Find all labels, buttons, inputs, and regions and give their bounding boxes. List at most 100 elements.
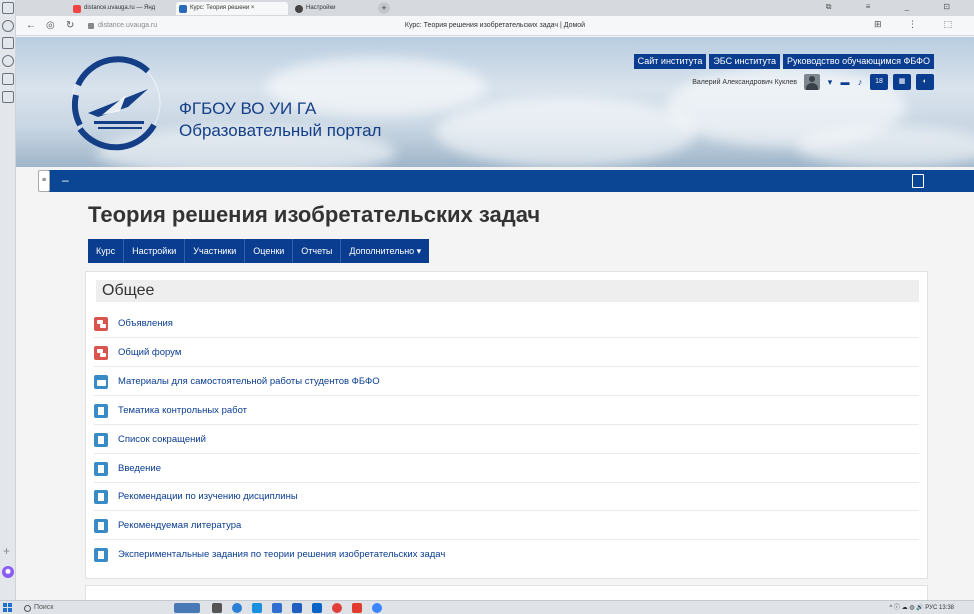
section-general: Общее Объявления Общий форум Материалы д… [85, 271, 928, 579]
activity-item[interactable]: Рекомендации по изучению дисциплины [94, 483, 919, 511]
ebs-link[interactable]: ЭБС института [709, 54, 780, 69]
yandex-favicon-icon [73, 5, 81, 13]
activity-link[interactable]: Введение [118, 462, 161, 476]
page-icon [94, 548, 108, 562]
window-controls[interactable]: ⧉ ≡ _ ⊡ [826, 2, 966, 12]
tab-yandex[interactable]: distance.uvauga.ru — Янд [70, 2, 174, 15]
chrome-icon[interactable] [372, 603, 382, 613]
files-icon[interactable] [292, 603, 302, 613]
page-icon [94, 433, 108, 447]
institute-site-link[interactable]: Сайт института [633, 54, 707, 69]
activity-item[interactable]: Объявления [94, 310, 919, 338]
tray-icons: ^ ⓘ ☁ ◍ 🔊 [889, 605, 926, 611]
students-guide-link[interactable]: Руководство обучающимся ФБФО [783, 54, 934, 69]
language-indicator[interactable]: РУС [925, 605, 937, 611]
search-placeholder: Поиск [34, 604, 54, 611]
app-icon[interactable] [352, 603, 362, 613]
chat-icon[interactable]: ▬ [840, 77, 850, 87]
tab-label: distance.uvauga.ru — Янд [84, 5, 156, 11]
course-tabs: Курс Настройки Участники Оценки Отчеты Д… [88, 239, 430, 263]
bell-icon[interactable]: ♪ [855, 77, 865, 87]
yandex-browser-icon[interactable] [332, 603, 342, 613]
tab-course[interactable]: Курс: Теория решени × [176, 2, 288, 15]
history-icon[interactable] [2, 20, 14, 32]
tab-participants[interactable]: Участники [185, 239, 246, 263]
add-panel-icon[interactable]: + [3, 545, 10, 557]
activity-item[interactable]: Тематика контрольных работ [94, 397, 919, 425]
mail-icon[interactable] [312, 603, 322, 613]
section-title: Общее [102, 282, 155, 299]
taskbar: Поиск ^ ⓘ ☁ ◍ 🔊 РУС 13:38 [0, 600, 974, 614]
profile-icon[interactable] [2, 2, 14, 14]
folder-icon [94, 375, 108, 389]
page-title: Теория решения изобретательских задач [88, 202, 541, 227]
activity-link[interactable]: Экспериментальные задания по теории реше… [118, 548, 445, 562]
blocks-icon[interactable] [912, 174, 924, 188]
activity-link[interactable]: Тематика контрольных работ [118, 404, 247, 418]
activity-item[interactable]: Список сокращений [94, 426, 919, 454]
forum-icon [94, 346, 108, 360]
activity-link[interactable]: Рекомендации по изучению дисциплины [118, 490, 298, 504]
widget-icon[interactable] [174, 603, 200, 613]
page-icon [94, 490, 108, 504]
address-bar: ← ◎ ↻ distance.uvauga.ru Курс: Теория ре… [16, 16, 974, 36]
badge-icon[interactable]: 18 [870, 74, 888, 90]
tab-reports[interactable]: Отчеты [293, 239, 342, 263]
activity-link[interactable]: Объявления [118, 317, 173, 331]
edge-icon[interactable] [252, 603, 262, 613]
portal-name[interactable]: Образовательный портал [179, 121, 381, 141]
section-header: Общее [96, 280, 919, 302]
avatar[interactable] [804, 74, 820, 90]
new-tab-button[interactable]: + [378, 2, 390, 14]
user-menu: Валерий Александрович Куклев ▾ ▬ ♪ 18 ▦ … [692, 72, 934, 92]
page-heading-title: Курс: Теория решения изобретательских за… [404, 22, 586, 29]
address-bar-actions[interactable]: ⊞ ⋮ ⬚ [874, 19, 964, 30]
institute-logo[interactable] [68, 55, 164, 151]
store-icon[interactable] [272, 603, 282, 613]
top-links: Сайт института ЭБС института Руководство… [633, 54, 934, 69]
image-icon[interactable] [2, 91, 14, 103]
clock[interactable]: 13:38 [939, 605, 954, 611]
tab-label: Курс: Теория решени × [190, 5, 255, 11]
forum-icon [94, 317, 108, 331]
tab-course[interactable]: Курс [88, 239, 125, 263]
nav-strip [40, 170, 974, 192]
tab-bar: distance.uvauga.ru — Янд Курс: Теория ре… [16, 0, 974, 16]
page-icon [94, 404, 108, 418]
toggle-icon[interactable]: ◐ [916, 74, 934, 90]
activity-item[interactable]: Экспериментальные задания по теории реше… [94, 541, 919, 569]
activity-link[interactable]: Рекомендуемая литература [118, 519, 241, 533]
taskbar-search[interactable]: Поиск [22, 602, 172, 614]
moodle-favicon-icon [179, 5, 187, 13]
activity-item[interactable]: Материалы для самостоятельной работы сту… [94, 368, 919, 396]
browser-sidebar: + [0, 0, 16, 600]
bookmarks-icon[interactable] [2, 37, 14, 49]
chevron-down-icon[interactable]: ▾ [825, 77, 835, 87]
activity-link[interactable]: Список сокращений [118, 433, 206, 447]
tab-settings[interactable]: Настройки [124, 239, 186, 263]
grid-icon[interactable]: ▦ [893, 74, 911, 90]
activity-link[interactable]: Материалы для самостоятельной работы сту… [118, 375, 380, 389]
task-view-icon[interactable] [212, 603, 222, 613]
play-icon[interactable] [2, 55, 14, 67]
activity-item[interactable]: Рекомендуемая литература [94, 512, 919, 540]
org-name[interactable]: ФГБОУ ВО УИ ГА [179, 99, 316, 119]
drawer-toggle-button[interactable]: ≡ [38, 170, 50, 192]
box-icon[interactable] [2, 73, 14, 85]
user-name[interactable]: Валерий Александрович Куклев [692, 79, 797, 86]
activity-item[interactable]: Общий форум [94, 339, 919, 367]
site-header: ФГБОУ ВО УИ ГА Образовательный портал Са… [16, 37, 974, 167]
collapse-icon[interactable]: – [62, 170, 69, 190]
alice-assistant-icon[interactable] [2, 566, 14, 578]
next-section-card [85, 585, 928, 601]
tab-grades[interactable]: Оценки [245, 239, 294, 263]
activity-item[interactable]: Введение [94, 455, 919, 483]
assistant-icon[interactable] [232, 603, 242, 613]
tab-more[interactable]: Дополнительно ▾ [341, 239, 429, 263]
page-icon [94, 519, 108, 533]
windows-start-icon[interactable] [3, 603, 13, 613]
tab-settings[interactable]: Настройки [292, 2, 372, 15]
activity-link[interactable]: Общий форум [118, 346, 181, 360]
tab-label: Настройки [306, 5, 336, 11]
system-tray[interactable]: ^ ⓘ ☁ ◍ 🔊 РУС 13:38 [889, 602, 954, 614]
